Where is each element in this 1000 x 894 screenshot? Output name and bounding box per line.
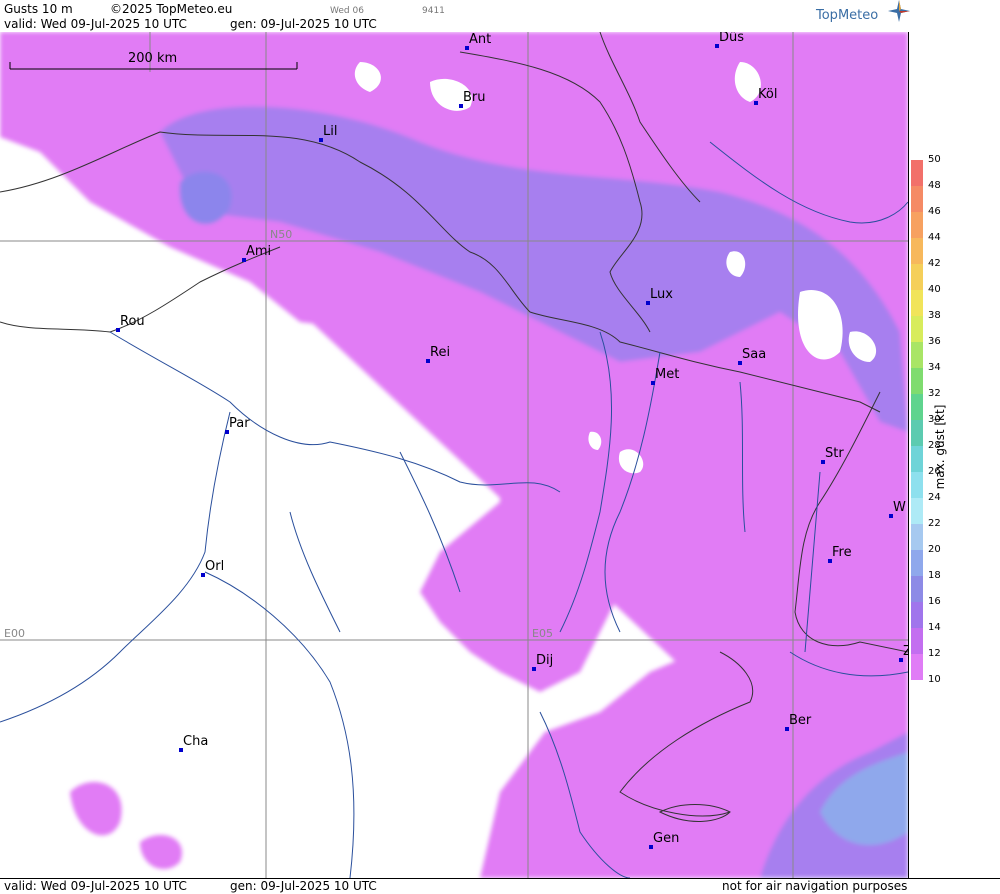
city-label: Rou bbox=[120, 314, 145, 329]
map-title: Gusts 10 m bbox=[4, 2, 73, 16]
legend-color-step bbox=[911, 186, 923, 212]
legend-color-step bbox=[911, 420, 923, 446]
city-label: Bru bbox=[463, 90, 486, 105]
city-label: Str bbox=[825, 446, 844, 461]
footer-gen-time: gen: 09-Jul-2025 10 UTC bbox=[230, 879, 377, 893]
logo-text: TopMeteo bbox=[816, 8, 879, 23]
grid-label-n50: N50 bbox=[270, 228, 293, 241]
gen-time: gen: 09-Jul-2025 10 UTC bbox=[230, 17, 377, 31]
city-label: Par bbox=[229, 416, 250, 431]
topmeteo-logo[interactable]: TopMeteo bbox=[816, 0, 910, 23]
legend-color-step bbox=[911, 394, 923, 420]
code: 9411 bbox=[422, 6, 445, 16]
scale-bar-label: 200 km bbox=[128, 51, 178, 66]
copyright: ©2025 TopMeteo.eu bbox=[110, 2, 233, 16]
gust-legend-colorbar bbox=[911, 160, 923, 680]
legend-color-step bbox=[911, 160, 923, 186]
legend-color-step bbox=[911, 602, 923, 628]
city-label: Orl bbox=[205, 559, 225, 574]
legend-tick-label: 40 bbox=[928, 284, 941, 295]
city-label: Saa bbox=[742, 347, 767, 362]
legend-color-step bbox=[911, 498, 923, 524]
city-label: Ant bbox=[469, 32, 492, 47]
legend-title: max. gust [kt] bbox=[933, 404, 947, 490]
legend-color-step bbox=[911, 368, 923, 394]
map-header: Gusts 10 m ©2025 TopMeteo.eu Wed 06 9411… bbox=[0, 0, 1000, 32]
city-label: Z bbox=[903, 644, 908, 659]
legend-tick-label: 18 bbox=[928, 570, 941, 581]
gust-field bbox=[0, 32, 908, 878]
legend-color-step bbox=[911, 654, 923, 680]
legend-tick-label: 14 bbox=[928, 622, 941, 633]
legend-tick-label: 50 bbox=[928, 154, 941, 165]
city-label: Düs bbox=[719, 32, 745, 45]
grid-label-e05: E05 bbox=[532, 627, 553, 640]
compass-icon bbox=[888, 0, 910, 22]
legend-color-step bbox=[911, 342, 923, 368]
legend-tick-label: 22 bbox=[928, 518, 941, 529]
legend-color-step bbox=[911, 212, 923, 238]
city-label: Met bbox=[655, 367, 680, 382]
run-day: Wed 06 bbox=[330, 6, 364, 16]
legend-tick-label: 12 bbox=[928, 648, 941, 659]
legend-color-step bbox=[911, 316, 923, 342]
legend-color-step bbox=[911, 290, 923, 316]
legend-color-step bbox=[911, 446, 923, 472]
city-label: Lux bbox=[650, 287, 673, 302]
legend-tick-label: 46 bbox=[928, 206, 941, 217]
city-label: Ami bbox=[246, 244, 272, 259]
legend-tick-label: 34 bbox=[928, 362, 941, 373]
legend-tick-label: 42 bbox=[928, 258, 941, 269]
legend-color-step bbox=[911, 576, 923, 602]
legend-color-step bbox=[911, 524, 923, 550]
legend-color-step bbox=[911, 264, 923, 290]
legend-tick-label: 10 bbox=[928, 674, 941, 685]
footer-notice: not for air navigation purposes bbox=[722, 879, 908, 893]
legend-tick-label: 20 bbox=[928, 544, 941, 555]
city-label: W bbox=[893, 500, 906, 515]
legend-color-step bbox=[911, 550, 923, 576]
gust-map[interactable]: 200 km N50 E00 E05 Ant Düs Bru Köl Lil A… bbox=[0, 32, 909, 878]
legend-tick-label: 16 bbox=[928, 596, 941, 607]
city-label: Fre bbox=[832, 545, 852, 560]
legend-tick-label: 38 bbox=[928, 310, 941, 321]
city-label: Cha bbox=[183, 734, 209, 749]
city-label: Lil bbox=[323, 124, 338, 139]
legend-color-step bbox=[911, 238, 923, 264]
city-label: Gen bbox=[653, 831, 680, 846]
legend-color-step bbox=[911, 628, 923, 654]
grid-label-e00: E00 bbox=[4, 627, 25, 640]
city-label: Ber bbox=[789, 713, 812, 728]
city-label: Rei bbox=[430, 345, 451, 360]
legend-tick-label: 36 bbox=[928, 336, 941, 347]
map-canvas bbox=[0, 32, 908, 878]
city-label: Dij bbox=[536, 653, 554, 668]
legend-tick-label: 44 bbox=[928, 232, 941, 243]
city-label: Köl bbox=[758, 87, 778, 102]
valid-time: valid: Wed 09-Jul-2025 10 UTC bbox=[4, 17, 187, 31]
map-footer: valid: Wed 09-Jul-2025 10 UTC gen: 09-Ju… bbox=[0, 878, 1000, 894]
legend-color-step bbox=[911, 472, 923, 498]
footer-valid-time: valid: Wed 09-Jul-2025 10 UTC bbox=[4, 879, 187, 893]
legend-tick-label: 48 bbox=[928, 180, 941, 191]
